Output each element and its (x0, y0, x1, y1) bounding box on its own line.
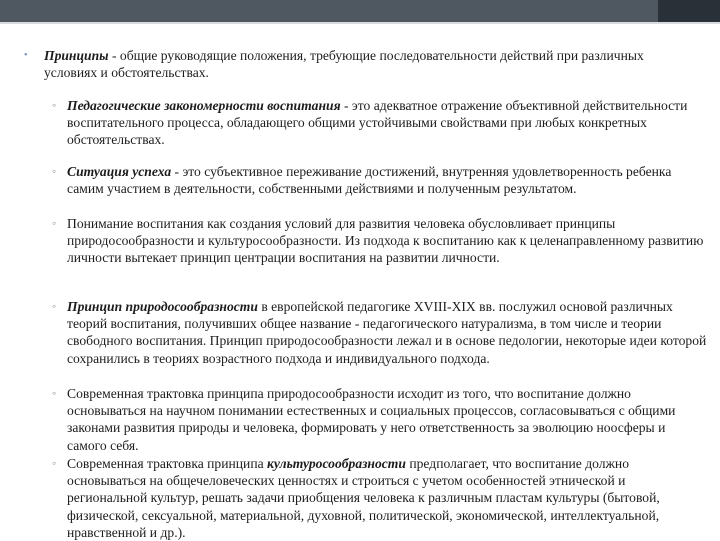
item-text-before: Современная трактовка принципа (67, 456, 268, 471)
bullet-level2: ◦ (52, 164, 57, 178)
bullet-level2: ◦ (52, 98, 57, 112)
bullet-level2: ◦ (52, 386, 57, 400)
item-modern-nature: Современная трактовка принципа природосо… (67, 385, 707, 454)
bullet-level2: ◦ (52, 456, 57, 470)
item-term: Принцип природосообразности (67, 299, 258, 314)
item-term: культуросообразности (267, 456, 406, 471)
item-text: Понимание воспитания как создания услови… (67, 216, 704, 266)
slide-content: • Принципы - общие руководящие положения… (0, 0, 720, 540)
item-understanding: Понимание воспитания как создания услови… (67, 215, 707, 267)
item-text: - общие руководящие положения, требующие… (44, 48, 644, 81)
item-term: Ситуация успеха (67, 164, 172, 179)
item-nature-principle: Принцип природосообразности в европейско… (67, 298, 707, 367)
item-term: Педагогические закономерности воспитания (67, 98, 341, 113)
item-term: Принципы (44, 48, 109, 63)
bullet-level2: ◦ (52, 216, 57, 230)
item-modern-culture: Современная трактовка принципа культурос… (67, 455, 707, 541)
item-principles: Принципы - общие руководящие положения, … (44, 47, 684, 81)
bullet-level1: • (24, 50, 28, 61)
item-pedagogical-laws: Педагогические закономерности воспитания… (67, 97, 707, 149)
item-success-situation: Ситуация успеха - это субъективное переж… (67, 163, 707, 197)
item-text: Современная трактовка принципа природосо… (67, 386, 676, 453)
bullet-level2: ◦ (52, 299, 57, 313)
